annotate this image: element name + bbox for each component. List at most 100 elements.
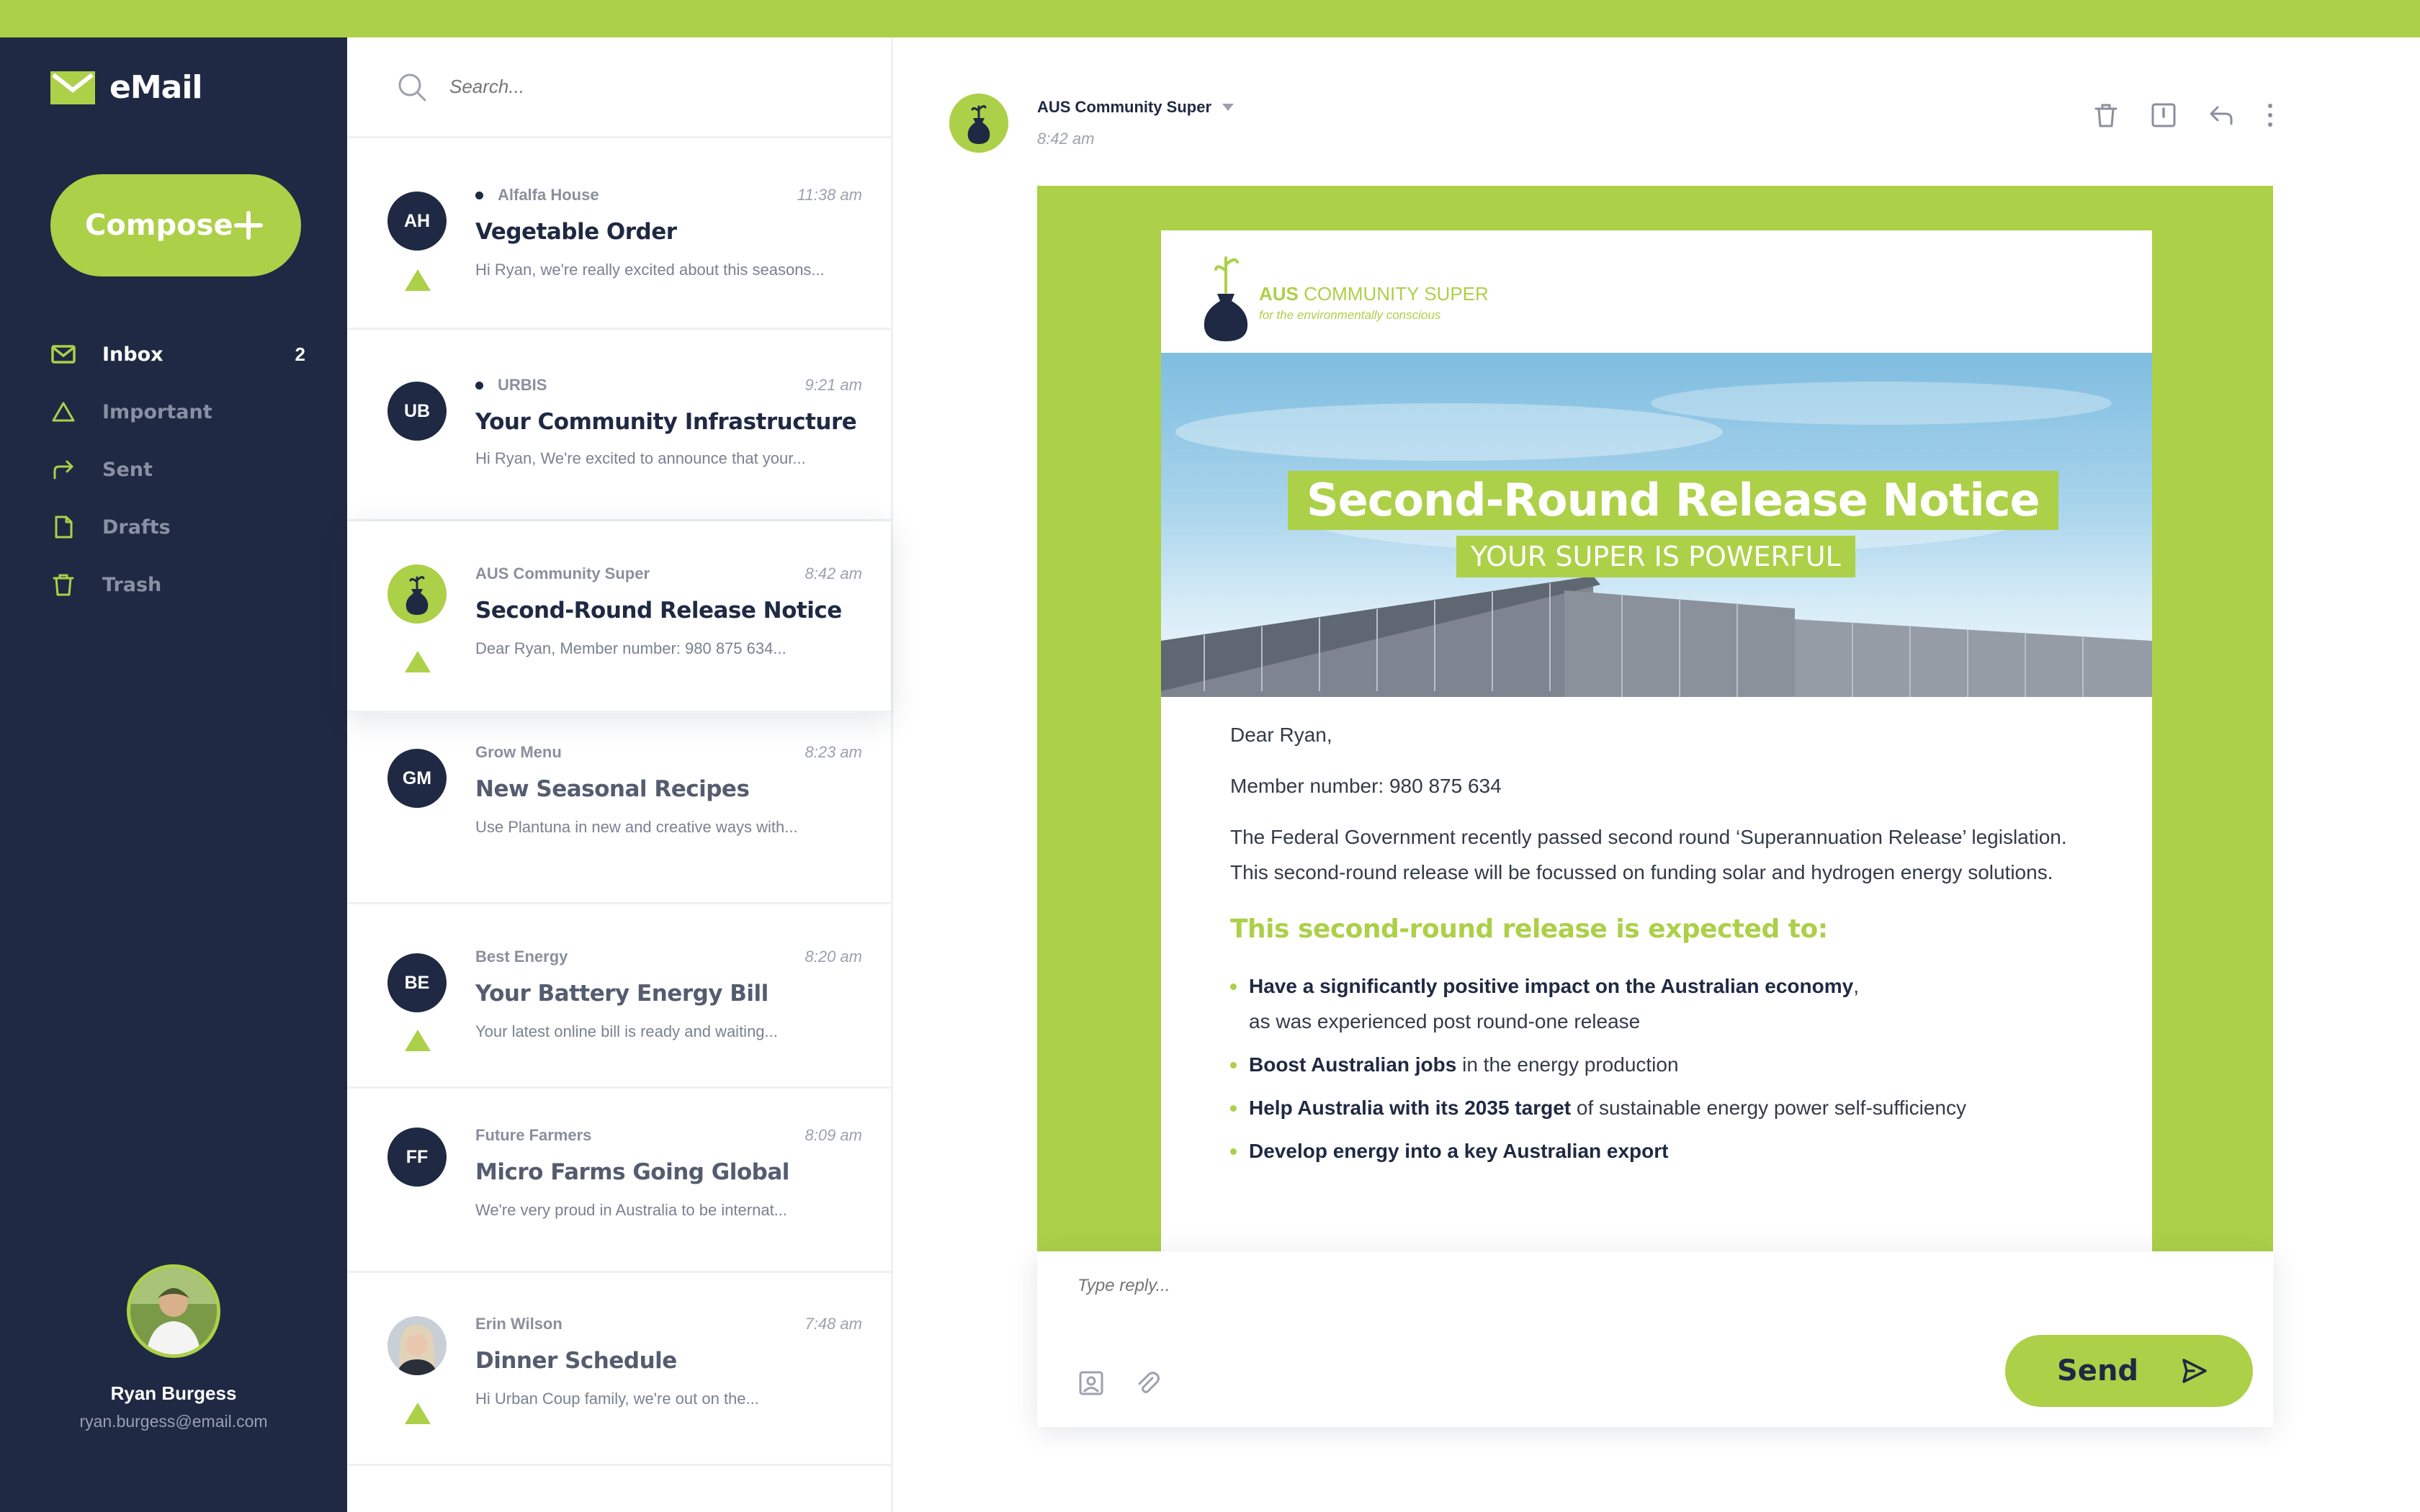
user-photo [130, 1268, 217, 1354]
greeting: Dear Ryan, [1230, 724, 1332, 746]
message-sender: Grow Menu [475, 743, 562, 761]
send-button[interactable]: Send [2005, 1335, 2253, 1407]
email-from[interactable]: AUS Community Super [1037, 98, 1234, 117]
message-subject: New Seasonal Recipes [475, 776, 750, 802]
reply-box: Send [1037, 1251, 2273, 1427]
sidebar: eMail Compose Inbox 2 Important Sent Dra… [0, 37, 347, 1512]
search-icon[interactable] [396, 71, 428, 103]
sender-avatar-large [949, 94, 1008, 153]
brand-logo: AUS COMMUNITY SUPER for the environmenta… [1197, 242, 1489, 343]
member-number: Member number: 980 875 634 [1230, 775, 1502, 797]
intro-paragraph: The Federal Government recently passed s… [1230, 826, 2067, 883]
message-subject: Dinner Schedule [475, 1348, 677, 1374]
unread-dot [475, 381, 483, 390]
top-accent-bar [0, 0, 2420, 37]
message-time: 11:38 am [797, 186, 862, 204]
message-preview: Your latest online bill is ready and wai… [475, 1022, 778, 1040]
compose-button[interactable]: Compose [50, 174, 301, 276]
message-sender: Future Farmers [475, 1126, 592, 1144]
important-flag-icon[interactable] [403, 649, 432, 674]
nav-item-sent[interactable]: Sent [50, 441, 305, 498]
message-item[interactable]: AH Alfalfa House 11:38 am Vegetable Orde… [347, 138, 891, 330]
email-body-text: Dear Ryan, Member number: 980 875 634 Th… [1230, 717, 2094, 1176]
message-preview: Use Plantuna in new and creative ways wi… [475, 818, 798, 836]
brand-text: AUS COMMUNITY SUPER for the environmenta… [1259, 283, 1489, 323]
user-email: ryan.burgess@email.com [79, 1412, 268, 1431]
plus-icon [234, 211, 263, 240]
email-from-name: AUS Community Super [1037, 98, 1212, 116]
message-subject: Your Community Infrastructure [475, 409, 857, 435]
email-time: 8:42 am [1037, 130, 1095, 148]
message-subject: Second-Round Release Notice [475, 598, 842, 624]
nav-item-important[interactable]: Important [50, 383, 305, 441]
important-flag-icon[interactable] [403, 1401, 432, 1426]
send-label: Send [2057, 1354, 2139, 1387]
hero-subtitle: YOUR SUPER IS POWERFUL [1456, 536, 1855, 577]
nav-item-drafts[interactable]: Drafts [50, 498, 305, 556]
message-subject: Your Battery Energy Bill [475, 981, 768, 1007]
important-flag-icon[interactable] [403, 1028, 432, 1053]
nav-label-sent: Sent [102, 458, 153, 481]
message-sender: URBIS [475, 376, 547, 395]
brand-tagline: for the environmentally conscious [1259, 308, 1441, 322]
benefits-heading: This second-round release is expected to… [1230, 914, 1828, 944]
message-preview: We're very proud in Australia to be inte… [475, 1201, 788, 1219]
send-icon [2182, 1359, 2207, 1383]
mailbox-nav: Inbox 2 Important Sent Drafts Trash [50, 325, 305, 613]
message-time: 8:42 am [805, 564, 863, 582]
message-preview: Hi Ryan, We're excited to announce that … [475, 449, 806, 467]
nav-item-trash[interactable]: Trash [50, 556, 305, 613]
message-item[interactable]: UB URBIS 9:21 am Your Community Infrastr… [347, 330, 891, 521]
sender-avatar: GM [387, 749, 447, 808]
mark-important-icon[interactable] [2149, 101, 2178, 130]
chevron-down-icon[interactable] [1222, 103, 1234, 112]
benefit-item: Develop energy into a key Australian exp… [1230, 1133, 2094, 1169]
benefit-item: Boost Australian jobs in the energy prod… [1230, 1047, 2094, 1082]
unread-dot [475, 191, 483, 199]
drafts-icon [55, 516, 73, 539]
email-actions [2092, 101, 2276, 130]
message-time: 7:48 am [805, 1315, 863, 1333]
brand-name: AUS COMMUNITY SUPER [1259, 283, 1489, 305]
user-name: Ryan Burgess [110, 1382, 237, 1404]
search-bar [347, 37, 891, 138]
message-item[interactable]: GM Grow Menu 8:23 am New Seasonal Recipe… [347, 713, 891, 904]
nav-label-important: Important [102, 400, 212, 423]
benefit-item: Help Australia with its 2035 target of s… [1230, 1090, 2094, 1125]
delete-icon[interactable] [2092, 101, 2120, 130]
message-preview: Hi Ryan, we're really excited about this… [475, 261, 825, 279]
reading-pane: AUS Community Super 8:42 am AUS COMMUNIT… [893, 37, 2420, 1512]
important-flag-icon[interactable] [403, 268, 432, 292]
message-item[interactable]: FF Future Farmers 8:09 am Micro Farms Go… [347, 1089, 891, 1273]
sender-name: Alfalfa House [498, 186, 599, 204]
sender-photo-avatar [387, 1316, 447, 1375]
compose-label: Compose [85, 209, 233, 242]
nav-label-trash: Trash [102, 573, 162, 596]
important-icon [52, 402, 75, 422]
message-sender: AUS Community Super [475, 564, 650, 582]
attach-icon[interactable] [1134, 1369, 1161, 1397]
nav-item-inbox[interactable]: Inbox 2 [50, 325, 305, 383]
search-input[interactable] [449, 76, 810, 98]
hero-title: Second-Round Release Notice [1288, 471, 2058, 530]
insert-image-icon[interactable] [1077, 1369, 1105, 1397]
sender-avatar: FF [387, 1128, 447, 1187]
email-body-frame: AUS COMMUNITY SUPER for the environmenta… [1037, 186, 2273, 1251]
message-item[interactable]: Erin Wilson 7:48 am Dinner Schedule Hi U… [347, 1273, 891, 1466]
email-newsletter: AUS COMMUNITY SUPER for the environmenta… [1161, 230, 2152, 1251]
message-list: AH Alfalfa House 11:38 am Vegetable Orde… [347, 37, 893, 1512]
app-logo[interactable]: eMail [50, 69, 202, 106]
user-avatar[interactable] [127, 1264, 220, 1358]
money-bag-sprout-icon [1204, 256, 1248, 341]
message-time: 8:20 am [805, 948, 863, 966]
message-subject: Micro Farms Going Global [475, 1159, 789, 1185]
message-preview: Hi Urban Coup family, we're out on the..… [475, 1390, 759, 1408]
more-options-icon[interactable] [2264, 101, 2276, 130]
message-sender: Alfalfa House [475, 186, 599, 204]
message-item[interactable]: BE Best Energy 8:20 am Your Battery Ener… [347, 904, 891, 1089]
reply-input[interactable] [1077, 1276, 1870, 1296]
message-time: 9:21 am [805, 376, 863, 394]
message-sender: Erin Wilson [475, 1315, 563, 1333]
message-item-selected[interactable]: AUS Community Super 8:42 am Second-Round… [347, 521, 891, 713]
reply-icon[interactable] [2207, 101, 2236, 130]
